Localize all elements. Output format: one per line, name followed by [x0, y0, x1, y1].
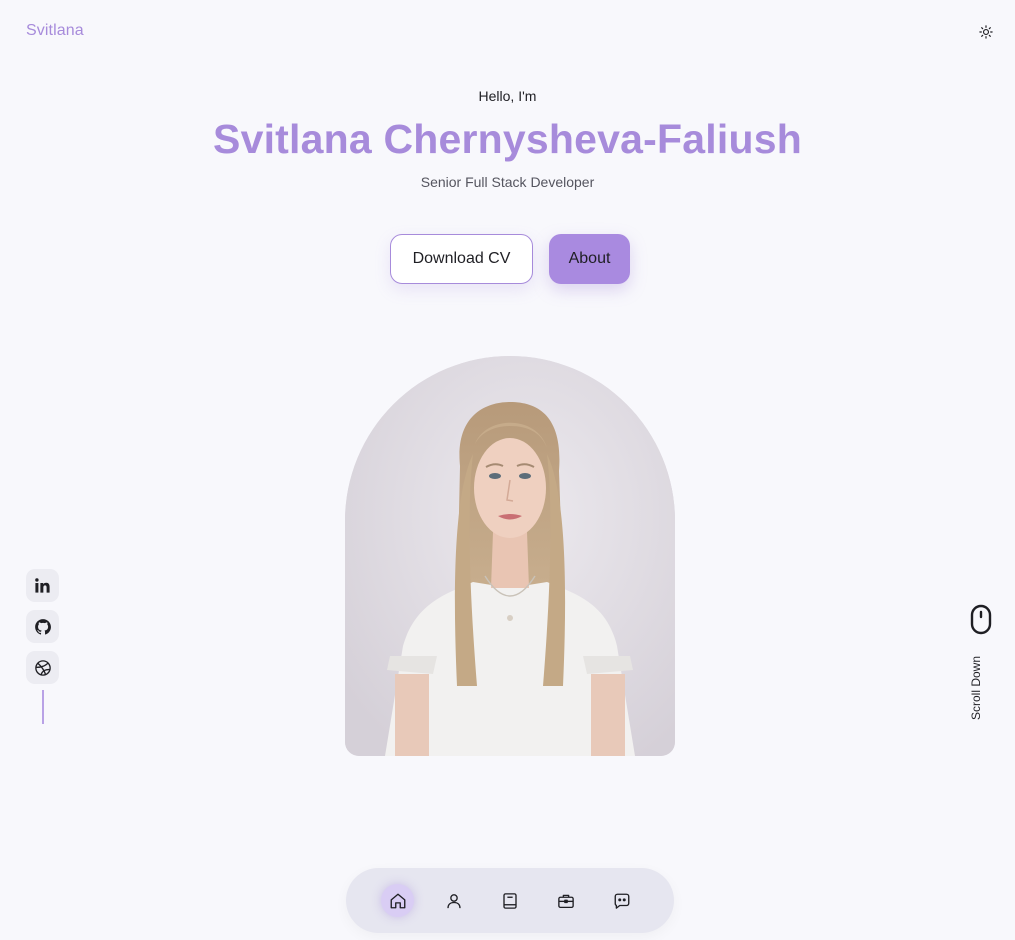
logo-link[interactable]: Svitlana — [26, 22, 84, 40]
sun-icon — [979, 25, 993, 39]
theme-toggle-button[interactable] — [975, 21, 997, 43]
linkedin-button[interactable] — [26, 569, 59, 602]
github-icon — [34, 618, 51, 635]
profile-photo — [345, 356, 675, 756]
user-icon — [446, 893, 461, 908]
download-cv-button[interactable]: Download CV — [390, 234, 533, 284]
nav-services[interactable] — [549, 884, 582, 917]
book-icon — [502, 892, 517, 909]
linkedin-icon — [35, 578, 50, 593]
hero-name: Svitlana Chernysheva-Faliush — [213, 116, 802, 162]
greeting-text: Hello, I'm — [478, 88, 537, 104]
nav-about[interactable] — [437, 884, 470, 917]
dribbble-icon — [34, 659, 51, 676]
briefcase-icon — [557, 894, 574, 908]
nav-contact[interactable] — [605, 884, 638, 917]
github-button[interactable] — [26, 610, 59, 643]
nav-skills[interactable] — [493, 884, 526, 917]
home-icon — [390, 893, 405, 908]
hero-role: Senior Full Stack Developer — [420, 174, 595, 190]
mouse-icon — [970, 604, 992, 635]
dribbble-button[interactable] — [26, 651, 59, 684]
nav-home[interactable] — [381, 884, 414, 917]
bottom-nav — [346, 868, 674, 933]
about-button[interactable]: About — [549, 234, 630, 284]
scroll-down-label: Scroll Down — [969, 655, 983, 720]
message-icon — [614, 893, 629, 909]
social-divider-line — [42, 690, 44, 724]
